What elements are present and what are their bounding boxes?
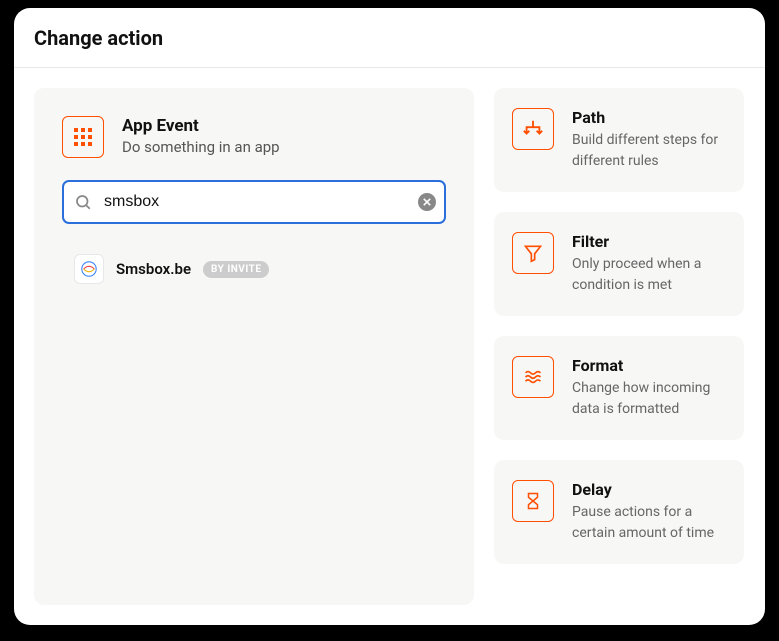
app-event-panel: App Event Do something in an app Smsbox.… bbox=[34, 88, 474, 605]
action-card-format[interactable]: Format Change how incoming data is forma… bbox=[494, 336, 744, 440]
action-text: Filter Only proceed when a condition is … bbox=[572, 232, 726, 296]
modal-header: Change action bbox=[14, 8, 765, 68]
app-logo bbox=[74, 254, 104, 284]
change-action-modal: Change action App Event Do something in … bbox=[14, 8, 765, 625]
action-description: Pause actions for a certain amount of ti… bbox=[572, 502, 726, 544]
app-event-text: App Event Do something in an app bbox=[122, 116, 280, 158]
app-event-title: App Event bbox=[122, 116, 280, 136]
close-icon bbox=[423, 198, 431, 206]
app-event-header: App Event Do something in an app bbox=[62, 116, 446, 158]
action-description: Change how incoming data is formatted bbox=[572, 378, 726, 420]
app-grid-icon bbox=[62, 116, 104, 158]
result-name: Smsbox.be bbox=[116, 260, 191, 278]
filter-icon bbox=[512, 232, 554, 274]
search-icon bbox=[74, 193, 92, 211]
clear-search-button[interactable] bbox=[418, 193, 436, 211]
invite-badge: BY INVITE bbox=[203, 261, 269, 278]
app-event-subtitle: Do something in an app bbox=[122, 138, 280, 156]
action-text: Format Change how incoming data is forma… bbox=[572, 356, 726, 420]
search-wrapper bbox=[62, 180, 446, 224]
action-text: Delay Pause actions for a certain amount… bbox=[572, 480, 726, 544]
action-title: Filter bbox=[572, 232, 726, 251]
modal-body: App Event Do something in an app Smsbox.… bbox=[14, 68, 765, 625]
action-description: Only proceed when a condition is met bbox=[572, 254, 726, 296]
modal-title: Change action bbox=[34, 26, 745, 50]
action-card-delay[interactable]: Delay Pause actions for a certain amount… bbox=[494, 460, 744, 564]
action-title: Format bbox=[572, 356, 726, 375]
action-card-filter[interactable]: Filter Only proceed when a condition is … bbox=[494, 212, 744, 316]
action-card-path[interactable]: Path Build different steps for different… bbox=[494, 88, 744, 192]
action-title: Path bbox=[572, 108, 726, 127]
action-title: Delay bbox=[572, 480, 726, 499]
search-result-item[interactable]: Smsbox.be BY INVITE bbox=[62, 246, 446, 292]
action-text: Path Build different steps for different… bbox=[572, 108, 726, 172]
action-options-panel: Path Build different steps for different… bbox=[494, 88, 744, 605]
action-description: Build different steps for different rule… bbox=[572, 130, 726, 172]
delay-icon bbox=[512, 480, 554, 522]
path-icon bbox=[512, 108, 554, 150]
format-icon bbox=[512, 356, 554, 398]
search-input[interactable] bbox=[62, 180, 446, 224]
